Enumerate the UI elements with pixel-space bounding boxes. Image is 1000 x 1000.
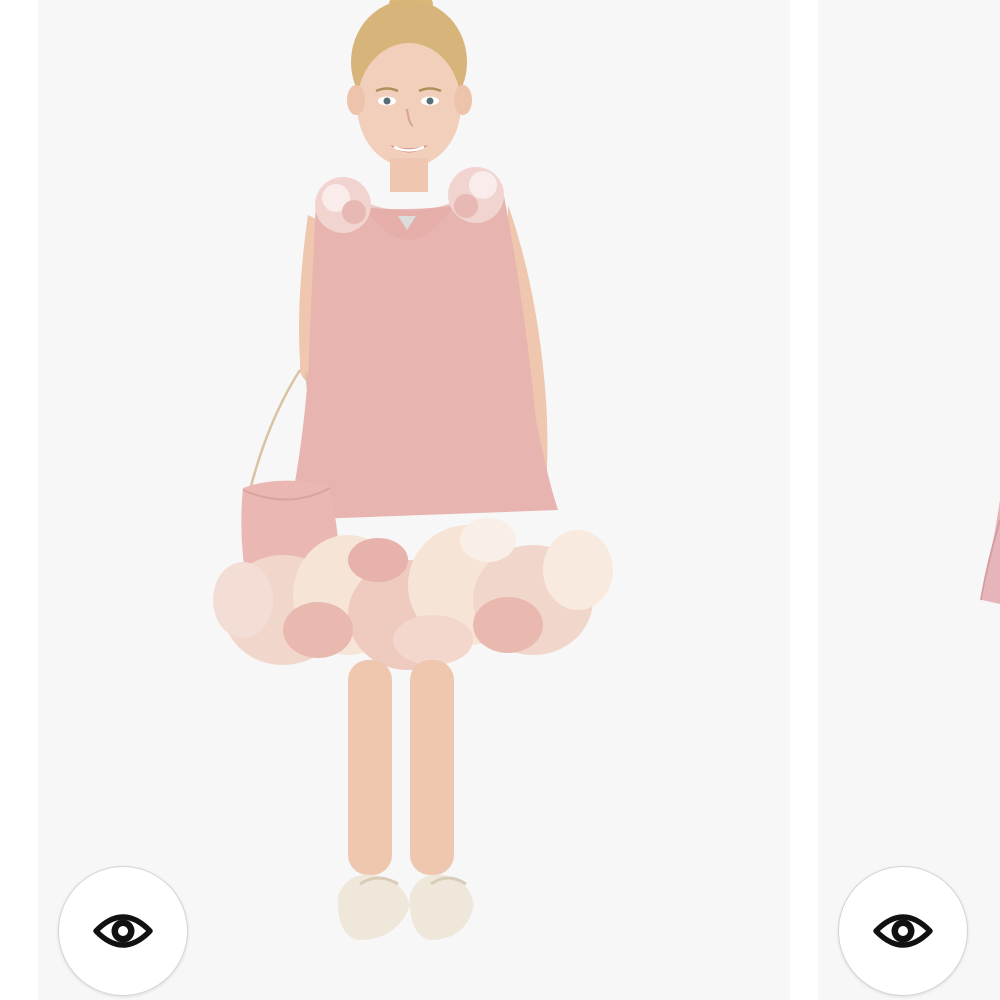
product-image[interactable] [818, 0, 1000, 1000]
quick-view-button[interactable] [838, 866, 968, 996]
eye-icon [93, 914, 153, 948]
product-card[interactable] [818, 0, 1000, 1000]
product-card[interactable] [38, 0, 790, 1000]
quick-view-button[interactable] [58, 866, 188, 996]
eye-icon [873, 914, 933, 948]
product-image[interactable] [38, 0, 790, 1000]
product-carousel [0, 0, 1000, 1000]
